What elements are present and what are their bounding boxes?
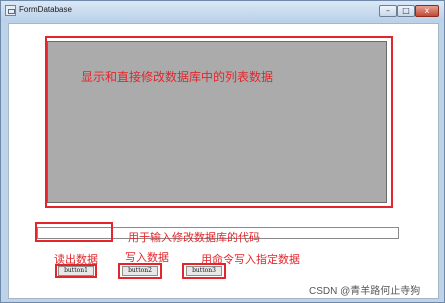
minimize-button[interactable]: – <box>379 5 397 17</box>
form-window: FormDatabase – □ x 显示和直接修改数据库中的列表数据 用于输入… <box>0 0 445 303</box>
button3[interactable]: button3 <box>186 266 222 276</box>
app-icon <box>5 5 16 16</box>
input-annotation: 用于输入修改数据库的代码 <box>128 232 260 244</box>
window-title: FormDatabase <box>19 5 72 14</box>
grid-annotation: 显示和直接修改数据库中的列表数据 <box>81 70 274 84</box>
csdn-watermark: CSDN @青羊路何止寺狗 <box>307 282 423 297</box>
button2-annotation: 写入数据 <box>125 252 169 264</box>
maximize-button[interactable]: □ <box>397 5 415 17</box>
close-button[interactable]: x <box>415 5 439 17</box>
button1[interactable]: button1 <box>58 266 94 276</box>
title-bar[interactable]: FormDatabase – □ x <box>1 1 444 22</box>
button2[interactable]: button2 <box>122 266 158 276</box>
button3-annotation: 用命令写入指定数据 <box>201 254 300 266</box>
button1-annotation: 读出数据 <box>54 254 98 266</box>
data-grid-view[interactable] <box>47 41 387 203</box>
